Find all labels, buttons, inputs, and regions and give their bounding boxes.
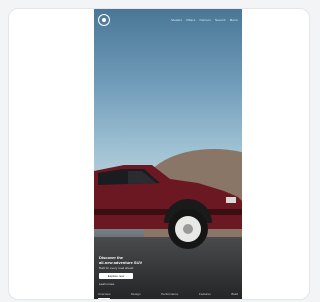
bottom-section-nav: Overview Design Performance Features Bui… — [98, 291, 238, 297]
suv-car-image — [94, 165, 242, 249]
hero-subline: Built for every road ahead — [99, 266, 134, 270]
section-tab[interactable]: Design — [131, 292, 140, 296]
top-navigation: Models Offers Owners Search Menu — [171, 18, 238, 22]
active-tab-indicator — [98, 298, 110, 299]
top-nav-item[interactable]: Models — [171, 18, 182, 22]
top-nav-item[interactable]: Offers — [186, 18, 195, 22]
hero-headline-2: all-new adventure SUV — [99, 260, 143, 265]
top-nav-item[interactable]: Menu — [230, 18, 238, 22]
mobile-hero-screenshot: Models Offers Owners Search Menu Discove… — [94, 9, 242, 299]
hero-text-block: Discover the all-new adventure SUV Built… — [99, 255, 179, 286]
section-tab[interactable]: Build — [231, 292, 238, 296]
brand-logo-icon[interactable] — [98, 14, 110, 26]
explore-button[interactable]: Explore now — [99, 273, 133, 279]
section-tab[interactable]: Performance — [161, 292, 178, 296]
top-nav-item[interactable]: Owners — [199, 18, 211, 22]
hero-top-bar: Models Offers Owners Search Menu — [98, 13, 238, 27]
section-tab[interactable]: Features — [199, 292, 211, 296]
top-nav-item[interactable]: Search — [215, 18, 226, 22]
learn-more-link[interactable]: Learn more — [99, 282, 179, 286]
preview-card: Models Offers Owners Search Menu Discove… — [8, 8, 310, 300]
section-tab[interactable]: Overview — [98, 292, 111, 296]
